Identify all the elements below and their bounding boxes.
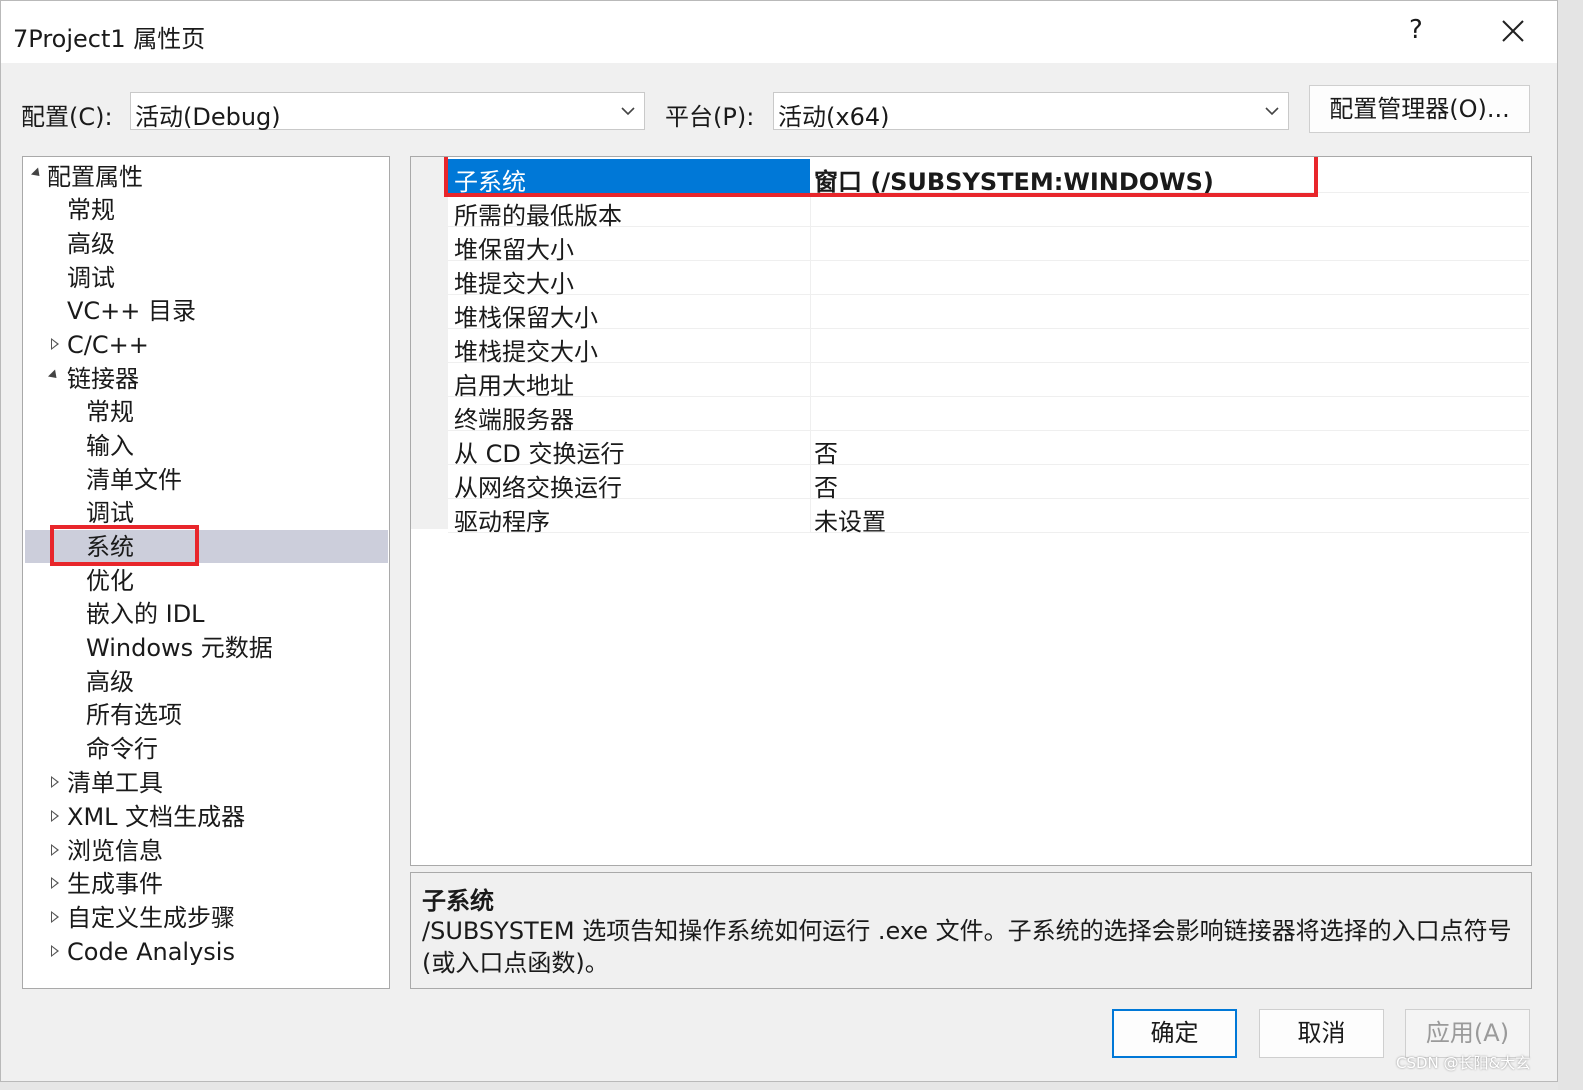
collapse-arrow-icon[interactable] bbox=[51, 945, 59, 957]
property-row[interactable]: 驱动程序 未设置 bbox=[448, 499, 1529, 536]
platform-label: 平台(P): bbox=[665, 103, 755, 131]
tree-item-code-analysis[interactable]: Code Analysis bbox=[67, 936, 235, 968]
tree-item-linker-manifest[interactable]: 清单文件 bbox=[86, 464, 182, 496]
tree-item-advanced[interactable]: 高级 bbox=[67, 228, 115, 260]
tree-item-linker-optimization[interactable]: 优化 bbox=[86, 565, 134, 597]
window-title: 7Project1 属性页 bbox=[13, 25, 206, 53]
category-tree: 配置属性 常规 高级 调试 VC++ 目录 C/C++ 链接器 常规 输入 清单… bbox=[22, 156, 390, 989]
ok-button[interactable]: 确定 bbox=[1112, 1009, 1237, 1058]
expand-arrow-icon[interactable] bbox=[47, 369, 61, 382]
property-value: 否 bbox=[814, 440, 838, 468]
property-name: 堆栈提交大小 bbox=[454, 338, 598, 366]
expand-arrow-icon[interactable] bbox=[30, 167, 44, 180]
tree-item-config-properties[interactable]: 配置属性 bbox=[47, 161, 143, 193]
chevron-down-icon bbox=[621, 107, 635, 116]
property-name: 启用大地址 bbox=[454, 372, 574, 400]
collapse-arrow-icon[interactable] bbox=[51, 911, 59, 923]
property-value: 未设置 bbox=[814, 508, 886, 536]
collapse-arrow-icon[interactable] bbox=[51, 338, 59, 350]
description-title: 子系统 bbox=[422, 887, 494, 915]
property-row[interactable]: 堆栈保留大小 bbox=[448, 295, 1529, 332]
tree-item-xml-doc-generator[interactable]: XML 文档生成器 bbox=[67, 801, 245, 833]
platform-value: 活动(x64) bbox=[778, 103, 890, 131]
watermark: CSDN @长阳&大玄 bbox=[1396, 1054, 1531, 1072]
description-text: /SUBSYSTEM 选项告知操作系统如何运行 .exe 文件。子系统的选择会影… bbox=[422, 917, 1512, 977]
tree-item-custom-build-step[interactable]: 自定义生成步骤 bbox=[67, 902, 235, 934]
property-name: 驱动程序 bbox=[454, 508, 550, 536]
config-select[interactable]: 活动(Debug) bbox=[130, 92, 645, 131]
highlight-box bbox=[50, 525, 199, 566]
tree-item-debugging[interactable]: 调试 bbox=[67, 262, 115, 294]
property-grid: 子系统 窗口 (/SUBSYSTEM:WINDOWS) 所需的最低版本 堆保留大… bbox=[410, 156, 1532, 866]
property-name: 所需的最低版本 bbox=[454, 202, 622, 230]
property-row[interactable]: 堆提交大小 bbox=[448, 261, 1529, 298]
collapse-arrow-icon[interactable] bbox=[51, 877, 59, 889]
property-name: 终端服务器 bbox=[454, 406, 574, 434]
apply-button[interactable]: 应用(A) bbox=[1405, 1009, 1530, 1058]
close-icon bbox=[1502, 20, 1524, 42]
property-row[interactable]: 所需的最低版本 bbox=[448, 193, 1529, 230]
config-label: 配置(C): bbox=[21, 103, 113, 131]
grid-gutter bbox=[411, 157, 448, 529]
tree-item-browse-information[interactable]: 浏览信息 bbox=[67, 835, 163, 867]
property-row[interactable]: 堆保留大小 bbox=[448, 227, 1529, 264]
tree-item-general[interactable]: 常规 bbox=[67, 194, 115, 226]
property-row[interactable]: 从网络交换运行 否 bbox=[448, 465, 1529, 502]
help-button[interactable]: ? bbox=[1409, 15, 1423, 45]
title-bar: 7Project1 属性页 ? bbox=[1, 1, 1557, 63]
background-strip bbox=[1558, 0, 1583, 1090]
platform-select[interactable]: 活动(x64) bbox=[773, 92, 1289, 131]
highlight-box bbox=[444, 157, 1318, 197]
config-value: 活动(Debug) bbox=[135, 103, 281, 131]
tree-item-linker-windows-metadata[interactable]: Windows 元数据 bbox=[86, 632, 273, 664]
tree-item-linker-all-options[interactable]: 所有选项 bbox=[86, 699, 182, 731]
property-pages-dialog: 7Project1 属性页 ? 配置(C): 活动(Debug) 平台(P): … bbox=[0, 0, 1558, 1082]
property-row[interactable]: 终端服务器 bbox=[448, 397, 1529, 434]
tree-item-linker-command-line[interactable]: 命令行 bbox=[86, 733, 158, 765]
property-value: 否 bbox=[814, 474, 838, 502]
close-button[interactable] bbox=[1495, 13, 1531, 49]
tree-item-manifest-tool[interactable]: 清单工具 bbox=[67, 767, 163, 799]
tree-item-vc-directories[interactable]: VC++ 目录 bbox=[67, 295, 196, 327]
property-name: 堆提交大小 bbox=[454, 270, 574, 298]
cancel-button[interactable]: 取消 bbox=[1259, 1009, 1384, 1058]
tree-item-linker-input[interactable]: 输入 bbox=[86, 430, 134, 462]
property-row[interactable]: 启用大地址 bbox=[448, 363, 1529, 400]
tree-item-linker-general[interactable]: 常规 bbox=[86, 396, 134, 428]
chevron-down-icon bbox=[1265, 107, 1279, 116]
tree-item-build-events[interactable]: 生成事件 bbox=[67, 868, 163, 900]
property-name: 从网络交换运行 bbox=[454, 474, 622, 502]
tree-item-linker-advanced[interactable]: 高级 bbox=[86, 666, 134, 698]
collapse-arrow-icon[interactable] bbox=[51, 810, 59, 822]
tree-item-linker[interactable]: 链接器 bbox=[67, 363, 139, 395]
tree-item-c-cpp[interactable]: C/C++ bbox=[67, 329, 149, 361]
collapse-arrow-icon[interactable] bbox=[51, 844, 59, 856]
config-manager-button[interactable]: 配置管理器(O)... bbox=[1309, 85, 1530, 133]
property-row[interactable]: 堆栈提交大小 bbox=[448, 329, 1529, 366]
collapse-arrow-icon[interactable] bbox=[51, 776, 59, 788]
property-name: 堆保留大小 bbox=[454, 236, 574, 264]
description-panel: 子系统 /SUBSYSTEM 选项告知操作系统如何运行 .exe 文件。子系统的… bbox=[410, 872, 1532, 989]
property-row[interactable]: 从 CD 交换运行 否 bbox=[448, 431, 1529, 468]
tree-item-linker-embedded-idl[interactable]: 嵌入的 IDL bbox=[86, 598, 205, 630]
property-name: 从 CD 交换运行 bbox=[454, 440, 625, 468]
property-name: 堆栈保留大小 bbox=[454, 304, 598, 332]
